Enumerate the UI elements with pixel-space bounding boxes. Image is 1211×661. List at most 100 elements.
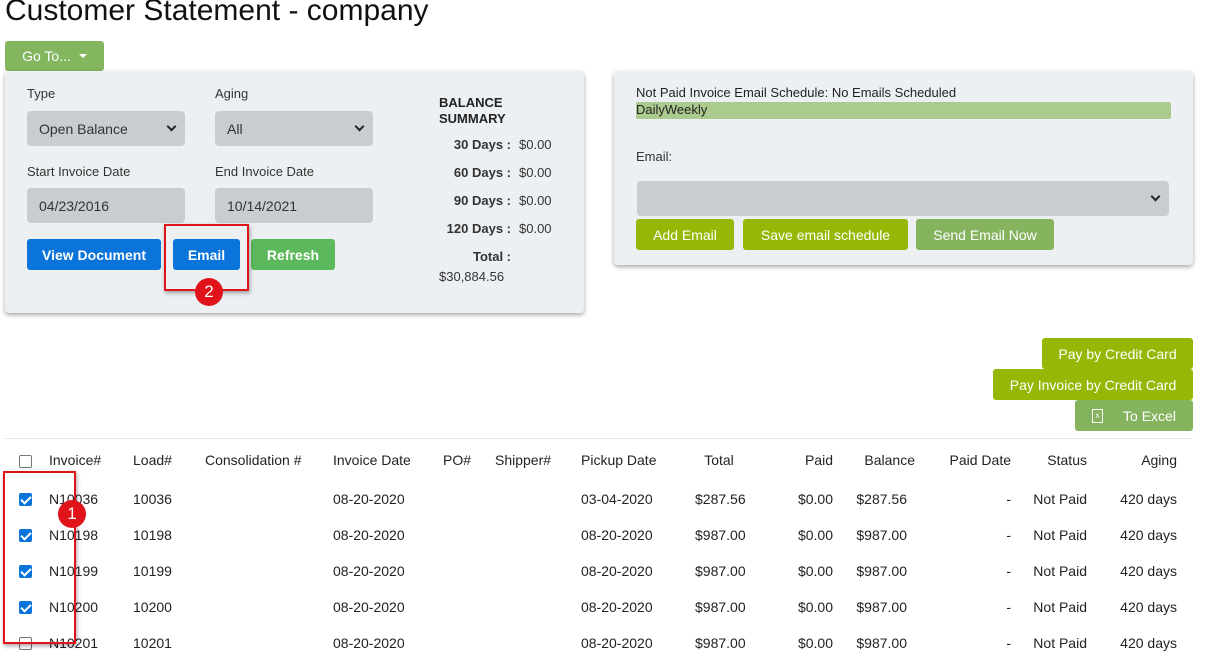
type-label: Type xyxy=(27,86,56,101)
cell-invoice-date: 08-20-2020 xyxy=(333,598,405,615)
cell-total: $987.00 xyxy=(695,562,746,579)
summary-row-30: 30 Days : $0.00 xyxy=(441,137,552,152)
summary-label: 60 Days : xyxy=(453,165,511,180)
cell-status: Not Paid xyxy=(1033,526,1087,543)
select-all-checkbox[interactable] xyxy=(18,454,32,468)
summary-value: $0.00 xyxy=(519,137,552,152)
cell-load: 10036 xyxy=(133,490,172,507)
summary-value: $0.00 xyxy=(519,221,552,236)
cell-load: 10200 xyxy=(133,598,172,615)
to-excel-label: To Excel xyxy=(1123,407,1176,424)
cell-consolidation xyxy=(201,589,329,625)
cell-consolidation xyxy=(201,481,329,517)
table-row[interactable]: N10036 10036 08-20-2020 03-04-2020 $287.56 $0… xyxy=(5,481,1193,517)
col-pickup-date[interactable]: Pickup Date xyxy=(577,439,681,481)
pay-invoice-by-credit-card-button[interactable]: Pay Invoice by Credit Card xyxy=(993,369,1193,400)
cell-status: Not Paid xyxy=(1033,490,1087,507)
cell-po xyxy=(439,625,491,661)
chevron-down-icon xyxy=(354,121,365,132)
col-status[interactable]: Status xyxy=(1015,439,1091,481)
cell-status: Not Paid xyxy=(1033,562,1087,579)
summary-total: Total : xyxy=(441,249,511,264)
table-row[interactable]: N10198 10198 08-20-2020 08-20-2020 $987.00 $0… xyxy=(5,517,1193,553)
end-date-value: 10/14/2021 xyxy=(227,197,298,214)
cell-balance: $987.00 xyxy=(856,526,907,543)
cell-aging: 420 days xyxy=(1120,634,1177,651)
table-row[interactable]: N10200 10200 08-20-2020 08-20-2020 $987.00 $0… xyxy=(5,589,1193,625)
col-consolidation[interactable]: Consolidation # xyxy=(201,439,329,481)
col-po[interactable]: PO# xyxy=(439,439,491,481)
col-paid-date[interactable]: Paid Date xyxy=(919,439,1015,481)
cell-paid-date: - xyxy=(1006,490,1011,507)
col-load[interactable]: Load# xyxy=(129,439,201,481)
col-balance[interactable]: Balance xyxy=(837,439,919,481)
start-date-input[interactable]: 04/23/2016 xyxy=(27,188,185,223)
cell-paid-date: - xyxy=(1006,598,1011,615)
aging-select[interactable]: All xyxy=(215,111,373,146)
excel-file-icon: x xyxy=(1092,408,1104,423)
refresh-button[interactable]: Refresh xyxy=(251,239,335,270)
chevron-down-icon xyxy=(1150,191,1161,202)
cell-paid: $0.00 xyxy=(797,598,833,615)
col-invoice-date[interactable]: Invoice Date xyxy=(329,439,439,481)
cell-paid: $0.00 xyxy=(797,562,833,579)
balance-summary-heading-line1: BALANCE xyxy=(439,95,503,110)
pay-by-credit-card-button[interactable]: Pay by Credit Card xyxy=(1042,338,1193,369)
balance-summary-heading: BALANCE SUMMARY xyxy=(439,95,506,127)
filter-panel: Type Open Balance Aging All Start Invoic… xyxy=(5,71,584,313)
cell-aging: 420 days xyxy=(1120,562,1177,579)
email-label: Email: xyxy=(636,149,673,164)
col-total[interactable]: Total xyxy=(681,439,757,481)
cell-pickup-date: 08-20-2020 xyxy=(581,526,653,543)
invoice-table: Invoice# Load# Consolidation # Invoice D… xyxy=(5,438,1193,661)
col-shipper[interactable]: Shipper# xyxy=(491,439,577,481)
end-date-label: End Invoice Date xyxy=(215,164,315,179)
cell-load: 10201 xyxy=(133,634,172,651)
cell-paid: $0.00 xyxy=(797,526,833,543)
table-row[interactable]: N10201 10201 08-20-2020 08-20-2020 $987.00 $0… xyxy=(5,625,1193,661)
summary-value: $0.00 xyxy=(519,193,552,208)
cell-load: 10198 xyxy=(133,526,172,543)
add-email-button[interactable]: Add Email xyxy=(636,219,734,250)
to-excel-button[interactable]: x To Excel xyxy=(1075,400,1193,431)
schedule-status: Not Paid Invoice Email Schedule: No Emai… xyxy=(636,85,957,100)
cell-total: $987.00 xyxy=(695,634,746,651)
table-row[interactable]: N10199 10199 08-20-2020 08-20-2020 $987.00 $0… xyxy=(5,553,1193,589)
cell-status: Not Paid xyxy=(1033,634,1087,651)
save-email-schedule-button[interactable]: Save email schedule xyxy=(743,219,908,250)
cell-aging: 420 days xyxy=(1120,526,1177,543)
cell-pickup-date: 08-20-2020 xyxy=(581,598,653,615)
cell-consolidation xyxy=(201,517,329,553)
cell-status: Not Paid xyxy=(1033,598,1087,615)
balance-summary-heading-line2: SUMMARY xyxy=(439,111,506,126)
email-schedule-panel: Not Paid Invoice Email Schedule: No Emai… xyxy=(614,71,1193,265)
type-select[interactable]: Open Balance xyxy=(27,111,185,146)
cell-invoice-date: 08-20-2020 xyxy=(333,526,405,543)
schedule-frequency-selector[interactable]: DailyWeekly xyxy=(636,102,1171,119)
cell-paid-date: - xyxy=(1006,526,1011,543)
cell-balance: $987.00 xyxy=(856,562,907,579)
end-date-input[interactable]: 10/14/2021 xyxy=(215,188,373,223)
email-select[interactable] xyxy=(637,181,1169,216)
cell-invoice-date: 08-20-2020 xyxy=(333,562,405,579)
cell-po xyxy=(439,517,491,553)
start-date-value: 04/23/2016 xyxy=(39,197,110,214)
annotation-badge-1: 1 xyxy=(58,500,86,528)
goto-dropdown-button[interactable]: Go To... xyxy=(5,41,104,71)
cell-paid-date: - xyxy=(1006,634,1011,651)
cell-balance: $987.00 xyxy=(856,634,907,651)
cell-total: $287.56 xyxy=(695,490,746,507)
view-document-button[interactable]: View Document xyxy=(27,239,161,270)
cell-total: $987.00 xyxy=(695,598,746,615)
col-aging[interactable]: Aging xyxy=(1091,439,1193,481)
cell-consolidation xyxy=(201,553,329,589)
cell-total: $987.00 xyxy=(695,526,746,543)
cell-shipper xyxy=(491,517,577,553)
annotation-box-checkboxes xyxy=(3,471,76,644)
cell-paid: $0.00 xyxy=(797,490,833,507)
send-email-now-button[interactable]: Send Email Now xyxy=(916,219,1054,250)
summary-row-60: 60 Days : $0.00 xyxy=(441,165,552,180)
col-paid[interactable]: Paid xyxy=(757,439,837,481)
aging-select-value: All xyxy=(227,120,243,137)
summary-value: $0.00 xyxy=(519,165,552,180)
